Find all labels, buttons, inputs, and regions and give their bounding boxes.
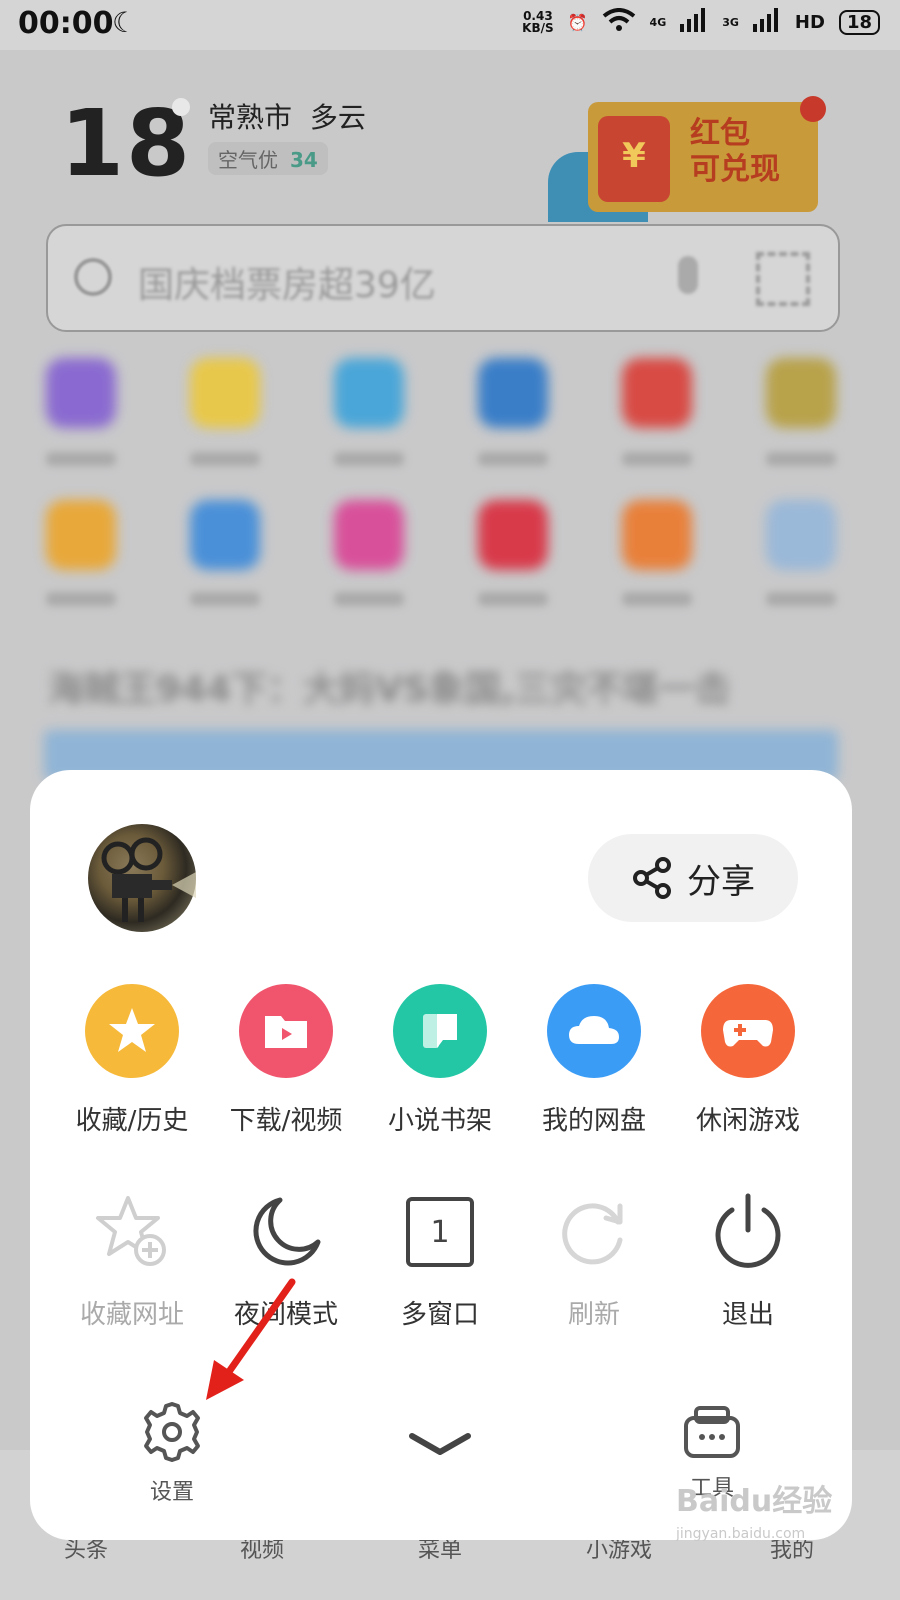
search-placeholder: 国庆档票房超39亿 xyxy=(138,265,436,306)
moon-icon xyxy=(253,1197,321,1266)
network-4g-label: 4G xyxy=(649,15,667,29)
shortcut-label xyxy=(46,452,116,466)
microphone-icon[interactable] xyxy=(678,256,698,294)
star-add-icon xyxy=(96,1196,166,1266)
settings-button[interactable]: 设置 xyxy=(124,1400,220,1506)
share-icon xyxy=(633,857,671,899)
exit-button[interactable]: 退出 xyxy=(673,1192,823,1331)
action-label: 刷新 xyxy=(567,1300,620,1330)
action-label: 收藏网址 xyxy=(79,1300,184,1330)
red-envelope-icon: ¥ xyxy=(598,116,670,202)
share-button[interactable]: 分享 xyxy=(588,834,798,922)
multi-window-button[interactable]: 1 多窗口 xyxy=(365,1192,515,1331)
download-video-button[interactable]: 下载/视频 xyxy=(211,984,361,1137)
feature-circle-games xyxy=(701,984,795,1078)
feature-label: 收藏/历史 xyxy=(75,1106,189,1136)
scan-icon[interactable] xyxy=(756,252,810,306)
shortcut-icon[interactable] xyxy=(766,358,836,428)
baidu-watermark: Baidu经验 xyxy=(676,1484,833,1519)
refresh-button[interactable]: 刷新 xyxy=(519,1192,669,1331)
user-avatar[interactable] xyxy=(88,824,196,932)
shortcut-icon[interactable] xyxy=(334,500,404,570)
action-label: 多窗口 xyxy=(400,1300,479,1330)
baidu-watermark-url: jingyan.baidu.com xyxy=(676,1526,806,1542)
shortcut-icon[interactable] xyxy=(190,500,260,570)
weather-city[interactable]: 常熟市 多云 xyxy=(208,96,366,136)
power-icon xyxy=(715,1193,781,1268)
shortcut-label xyxy=(478,592,548,606)
shortcut-label xyxy=(766,452,836,466)
window-count-icon: 1 xyxy=(406,1197,474,1267)
cloud-icon xyxy=(569,1016,619,1044)
feature-label: 休闲游戏 xyxy=(695,1106,800,1136)
battery-icon: 18 xyxy=(838,9,880,35)
shortcut-label xyxy=(46,592,116,606)
star-icon xyxy=(109,1008,155,1052)
shortcut-icon[interactable] xyxy=(622,358,692,428)
hd-label: HD xyxy=(794,11,825,33)
book-icon xyxy=(423,1014,457,1048)
shortcut-label xyxy=(190,592,260,606)
annotation-arrow xyxy=(206,1278,296,1400)
shortcut-label xyxy=(334,592,404,606)
shortcut-label xyxy=(190,452,260,466)
cloud-drive-button[interactable]: 我的网盘 xyxy=(519,984,669,1137)
shortcut-label xyxy=(622,592,692,606)
network-3g-label: 3G xyxy=(722,15,739,29)
search-icon xyxy=(74,258,112,296)
shortcut-icon[interactable] xyxy=(46,358,116,428)
favorites-history-button[interactable]: 收藏/历史 xyxy=(57,984,207,1137)
feature-circle-favorites xyxy=(85,984,179,1078)
shortcut-icon[interactable] xyxy=(190,358,260,428)
status-indicators: 0.43 KB/S ⏰ 4G 3G HD 18 xyxy=(522,8,880,36)
gear-icon xyxy=(144,1402,200,1462)
signal-icon-1 xyxy=(680,8,708,36)
moon-icon: ☾ xyxy=(112,6,138,39)
shortcut-icon[interactable] xyxy=(766,500,836,570)
share-label: 分享 xyxy=(687,861,755,902)
air-quality-badge: 空气优 34 xyxy=(208,142,328,175)
red-packet-promo[interactable]: ¥ 红包 可兑现 xyxy=(548,96,826,222)
feature-label: 我的网盘 xyxy=(541,1106,646,1136)
status-time: 00:00 xyxy=(18,6,114,41)
action-label: 退出 xyxy=(721,1300,774,1330)
chevron-down-icon[interactable] xyxy=(408,1428,472,1468)
shortcut-label xyxy=(334,452,404,466)
net-speed: 0.43 KB/S xyxy=(522,9,554,35)
shortcut-icon[interactable] xyxy=(622,500,692,570)
signal-icon-2 xyxy=(752,8,781,36)
shortcut-icon[interactable] xyxy=(478,358,548,428)
bookmark-url-button[interactable]: 收藏网址 xyxy=(57,1192,207,1331)
degree-dot xyxy=(172,98,190,116)
alarm-icon: ⏰ xyxy=(567,12,588,32)
shortcut-icon[interactable] xyxy=(478,500,548,570)
wifi-icon xyxy=(602,8,636,36)
feature-label: 下载/视频 xyxy=(229,1106,343,1136)
feature-label: 小说书架 xyxy=(387,1106,492,1136)
projector-image xyxy=(101,837,196,922)
novel-bookshelf-button[interactable]: 小说书架 xyxy=(365,984,515,1137)
casual-games-button[interactable]: 休闲游戏 xyxy=(673,984,823,1137)
shortcut-icon[interactable] xyxy=(46,500,116,570)
feature-circle-download xyxy=(239,984,333,1078)
shortcut-label xyxy=(478,452,548,466)
shortcut-label xyxy=(622,452,692,466)
video-folder-icon xyxy=(265,1016,307,1048)
feature-circle-novel xyxy=(393,984,487,1078)
refresh-icon xyxy=(562,1203,623,1265)
notification-dot xyxy=(800,96,826,122)
shortcut-icon[interactable] xyxy=(334,358,404,428)
promo-text: 红包 可兑现 xyxy=(690,116,780,187)
shortcut-label xyxy=(766,592,836,606)
toolbox-icon xyxy=(684,1406,740,1458)
news-headline[interactable]: 海贼王944下：大妈VS象国,三灾不堪一击 xyxy=(48,660,731,712)
settings-label: 设置 xyxy=(149,1480,194,1505)
gamepad-icon xyxy=(723,1020,773,1047)
feature-circle-cloud xyxy=(547,984,641,1078)
